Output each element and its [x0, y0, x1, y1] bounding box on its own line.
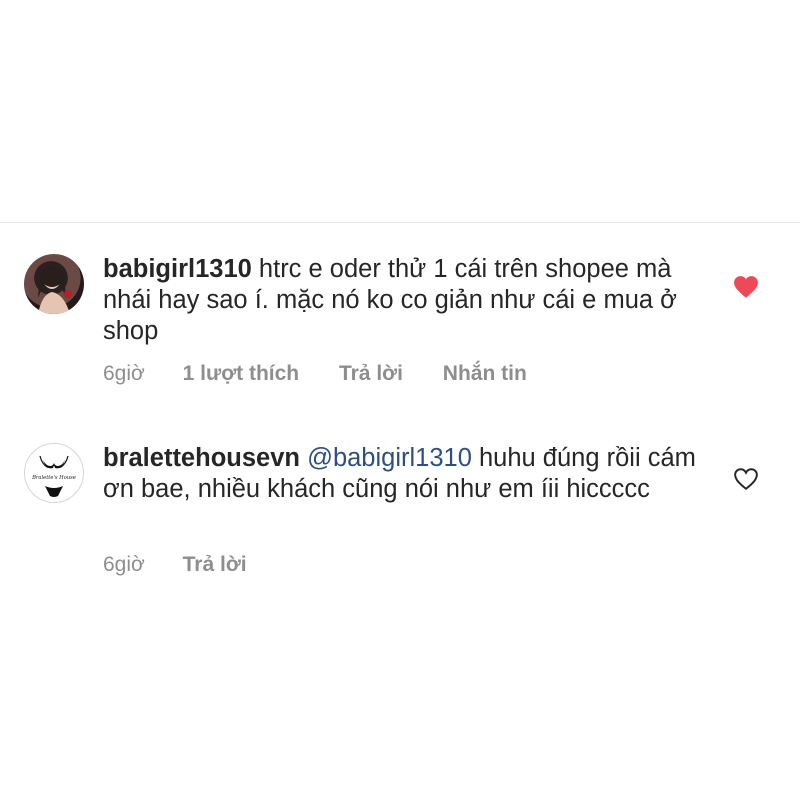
comment-username[interactable]: babigirl1310 [103, 255, 252, 283]
reply-button[interactable]: Trả lời [339, 362, 403, 386]
comment-text-block: babigirl1310 htrc e oder thử 1 cái trên … [103, 254, 703, 347]
top-divider [0, 222, 800, 223]
comment-meta: 6giờ Trả lời [103, 553, 281, 577]
comment-username[interactable]: bralettehousevn [103, 444, 300, 472]
comment-time: 6giờ [103, 362, 145, 385]
brand-logo-text: Bralette's House [31, 475, 76, 481]
user-photo-icon [38, 266, 72, 314]
heart-outline-icon[interactable] [733, 467, 759, 491]
comment-meta: 6giờ 1 lượt thích Trả lời Nhắn tin [103, 362, 561, 386]
avatar-bralettehousevn[interactable]: Bralette's House [24, 443, 84, 503]
avatar-babigirl1310[interactable] [24, 254, 84, 314]
comment-text-block: bralettehousevn @babigirl1310 huhu đúng … [103, 443, 703, 505]
message-button[interactable]: Nhắn tin [443, 362, 527, 386]
reply-button[interactable]: Trả lời [183, 553, 247, 577]
comment-time: 6giờ [103, 553, 145, 576]
mention-link[interactable]: @babigirl1310 [307, 444, 472, 472]
heart-filled-icon[interactable] [733, 275, 759, 299]
brand-logo-icon: Bralette's House [31, 455, 76, 497]
likes-count-link[interactable]: 1 lượt thích [183, 362, 299, 386]
